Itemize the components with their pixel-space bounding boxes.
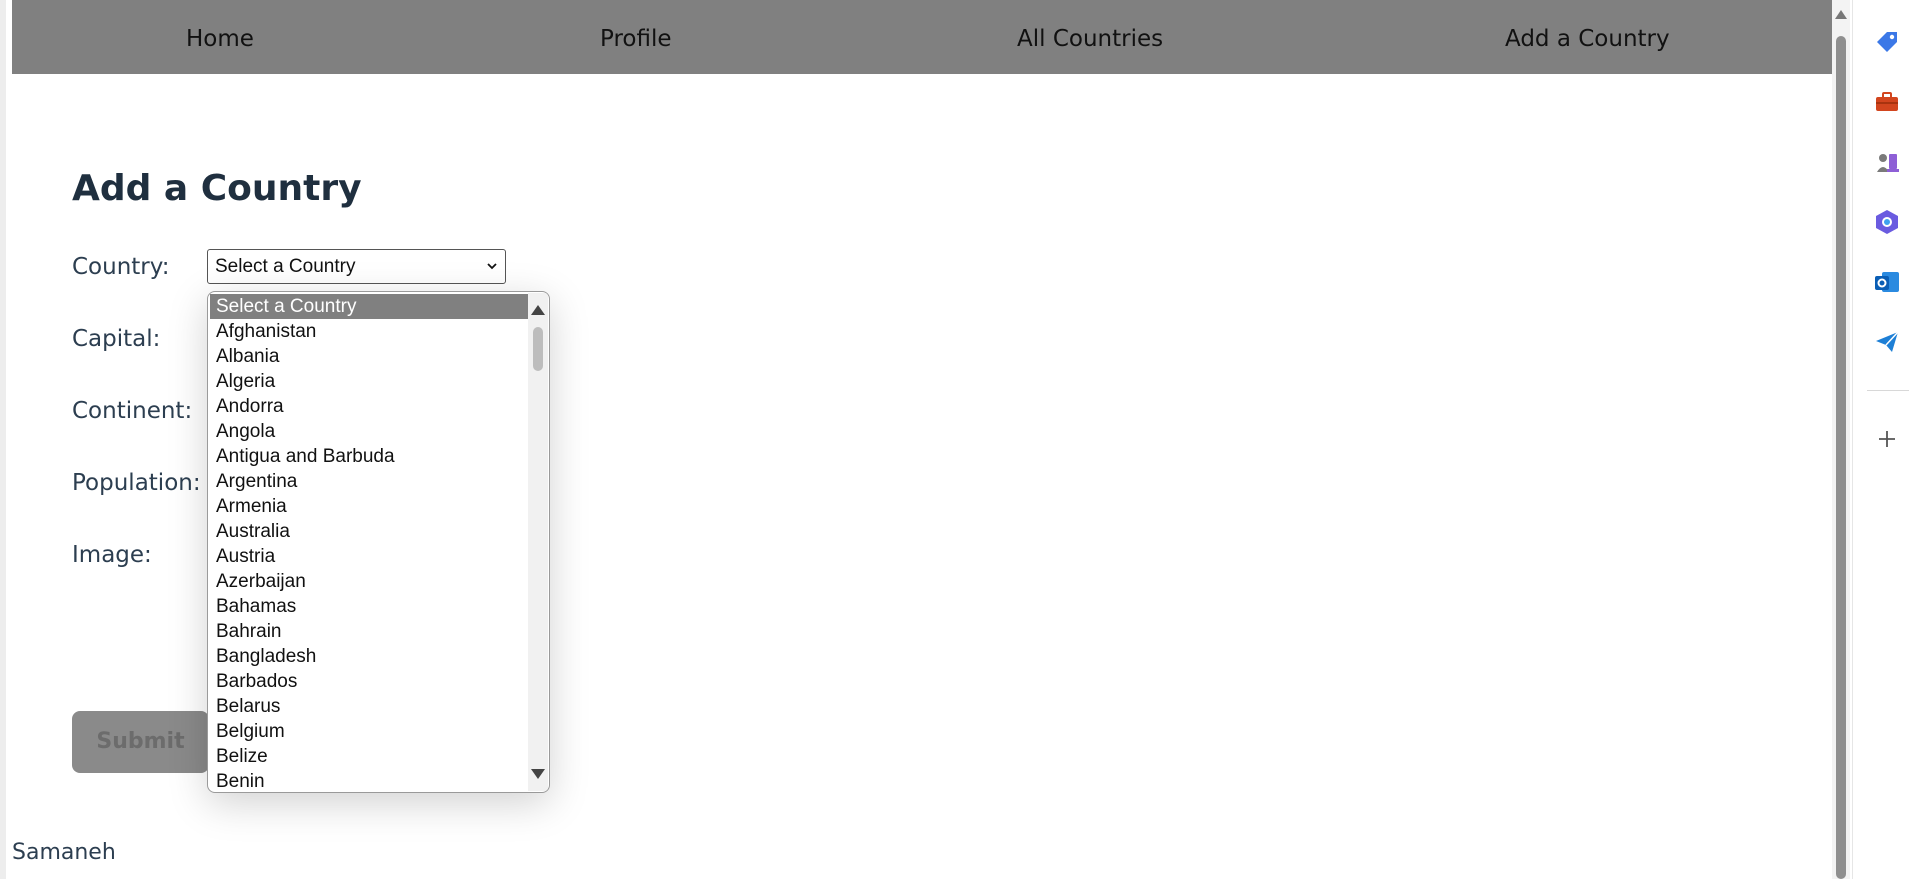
- add-icon[interactable]: [1873, 425, 1901, 453]
- country-option[interactable]: Bangladesh: [210, 644, 529, 669]
- dropdown-scroll-thumb[interactable]: [533, 327, 543, 371]
- outlook-icon[interactable]: [1873, 268, 1901, 296]
- footer-name: Samaneh: [12, 840, 116, 865]
- population-label: Population:: [72, 470, 201, 496]
- scroll-up-arrow-icon[interactable]: [531, 305, 545, 315]
- country-option[interactable]: Argentina: [210, 469, 529, 494]
- nav-home[interactable]: Home: [186, 0, 254, 74]
- page: Home Profile All Countries Add a Country…: [0, 0, 1838, 879]
- country-dropdown-list[interactable]: Select a Country Afghanistan Albania Algeri…: [207, 291, 550, 793]
- tag-icon[interactable]: [1873, 28, 1901, 56]
- dropdown-scrollbar[interactable]: [528, 293, 548, 791]
- country-option[interactable]: Belarus: [210, 694, 529, 719]
- country-option[interactable]: Andorra: [210, 394, 529, 419]
- browser-sidebar: [1852, 0, 1920, 879]
- send-icon[interactable]: [1873, 328, 1901, 356]
- country-option[interactable]: Afghanistan: [210, 319, 529, 344]
- country-option[interactable]: Armenia: [210, 494, 529, 519]
- country-option[interactable]: Barbados: [210, 669, 529, 694]
- toolbox-icon[interactable]: [1873, 88, 1901, 116]
- country-option[interactable]: Angola: [210, 419, 529, 444]
- country-option[interactable]: Azerbaijan: [210, 569, 529, 594]
- country-option[interactable]: Bahrain: [210, 619, 529, 644]
- country-option[interactable]: Austria: [210, 544, 529, 569]
- country-option[interactable]: Select a Country: [210, 294, 529, 319]
- scroll-down-arrow-icon[interactable]: [531, 769, 545, 779]
- country-option[interactable]: Australia: [210, 519, 529, 544]
- image-label: Image:: [72, 542, 152, 568]
- country-select-value: Select a Country: [215, 256, 356, 277]
- copilot-icon[interactable]: [1873, 208, 1901, 236]
- page-scrollbar[interactable]: [1832, 0, 1850, 879]
- continent-label: Continent:: [72, 398, 193, 424]
- chevron-down-icon: [487, 263, 497, 270]
- country-option[interactable]: Algeria: [210, 369, 529, 394]
- country-option[interactable]: Belize: [210, 744, 529, 769]
- page-title: Add a Country: [72, 168, 362, 209]
- nav-profile[interactable]: Profile: [600, 0, 672, 74]
- country-option[interactable]: Antigua and Barbuda: [210, 444, 529, 469]
- nav-all-countries[interactable]: All Countries: [1017, 0, 1163, 74]
- chess-icon[interactable]: [1873, 148, 1901, 176]
- country-option[interactable]: Albania: [210, 344, 529, 369]
- navbar: Home Profile All Countries Add a Country: [12, 0, 1838, 74]
- page-scroll-up-icon[interactable]: [1835, 10, 1847, 19]
- nav-add-country[interactable]: Add a Country: [1505, 0, 1670, 74]
- country-option[interactable]: Benin: [210, 769, 529, 792]
- submit-button[interactable]: Submit: [72, 711, 209, 773]
- country-option[interactable]: Belgium: [210, 719, 529, 744]
- page-scroll-thumb[interactable]: [1836, 36, 1846, 879]
- country-select[interactable]: Select a Country: [207, 249, 506, 284]
- country-label: Country:: [72, 254, 170, 280]
- capital-label: Capital:: [72, 326, 161, 352]
- sidebar-divider: [1867, 390, 1909, 391]
- country-option[interactable]: Bahamas: [210, 594, 529, 619]
